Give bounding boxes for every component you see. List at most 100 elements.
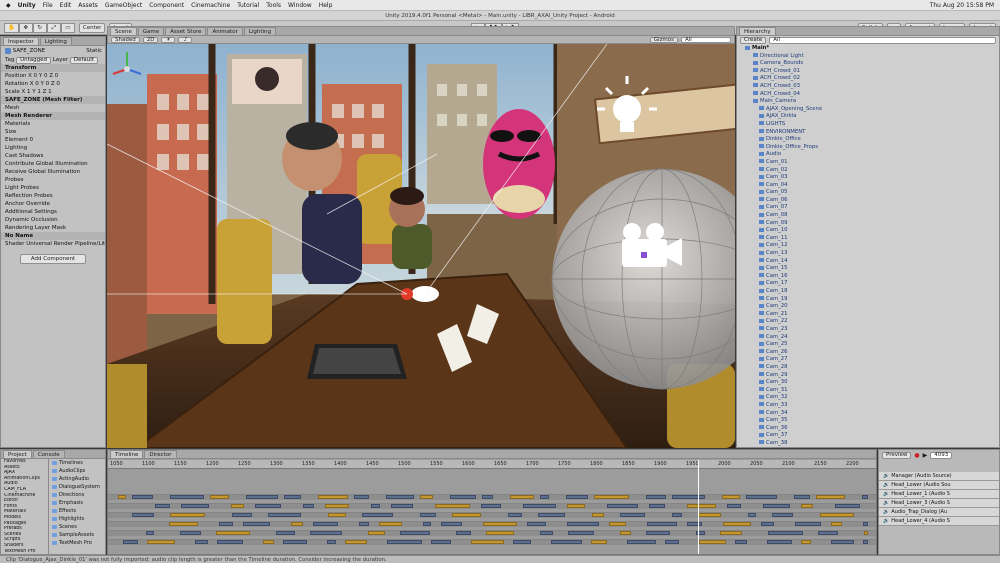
audio-clip[interactable]: [170, 513, 205, 517]
audio-clip[interactable]: [155, 504, 170, 508]
play-timeline-icon[interactable]: ▶: [923, 452, 928, 459]
hierarchy-item[interactable]: AJAX_Dirkla: [745, 113, 999, 121]
apple-icon[interactable]: ◆: [6, 2, 11, 9]
hierarchy-item[interactable]: Cam_03: [745, 174, 999, 182]
hierarchy-item[interactable]: Cam_04: [745, 182, 999, 190]
hierarchy-item[interactable]: Cam_21: [745, 311, 999, 319]
dynamic-occlusion[interactable]: Dynamic Occlusion: [1, 216, 105, 224]
tab-timeline[interactable]: Timeline: [110, 450, 144, 458]
project-file[interactable]: AudioClips: [49, 467, 105, 475]
transform-scale[interactable]: Scale X 1 Y 1 Z 1: [1, 88, 105, 96]
tab-inspector[interactable]: Inspector: [3, 37, 39, 45]
hierarchy-item[interactable]: Cam_24: [745, 334, 999, 342]
hierarchy-item[interactable]: ENVIRONMENT: [745, 129, 999, 137]
audio-clip[interactable]: [820, 513, 854, 517]
hierarchy-item[interactable]: Dinkle_Office: [745, 136, 999, 144]
hierarchy-item[interactable]: Cam_15: [745, 265, 999, 273]
menu-item-gameobject[interactable]: GameObject: [105, 2, 142, 9]
audio-clip[interactable]: [763, 504, 790, 508]
project-file[interactable]: Emphasis: [49, 499, 105, 507]
hierarchy-item[interactable]: Cam_12: [745, 242, 999, 250]
project-file[interactable]: TextMesh Pro: [49, 539, 105, 547]
materials-foldout[interactable]: Materials: [1, 120, 105, 128]
project-file[interactable]: Directions: [49, 491, 105, 499]
tag-dropdown[interactable]: Untagged: [16, 57, 51, 64]
audio-clip[interactable]: [291, 522, 303, 526]
audio-clip[interactable]: [359, 522, 369, 526]
hierarchy-item[interactable]: Main_Camera: [745, 98, 999, 106]
project-file[interactable]: Timelines: [49, 459, 105, 467]
audio-clip[interactable]: [435, 504, 470, 508]
audio-clip[interactable]: [118, 495, 126, 499]
tab-game[interactable]: Game: [137, 27, 165, 35]
hierarchy-item[interactable]: Cam_14: [745, 258, 999, 266]
audio-clip[interactable]: [818, 531, 838, 535]
anchor-override[interactable]: Anchor Override: [1, 200, 105, 208]
tab-asset-store[interactable]: Asset Store: [165, 27, 207, 35]
audio-clip[interactable]: [592, 513, 604, 517]
audio-clip[interactable]: [831, 522, 842, 526]
audio-clip[interactable]: [420, 495, 433, 499]
audio-clip[interactable]: [132, 513, 154, 517]
audio-clip[interactable]: [219, 522, 233, 526]
audio-clip[interactable]: [646, 531, 670, 535]
hierarchy-item[interactable]: Audio: [745, 151, 999, 159]
audio-clip[interactable]: [687, 522, 702, 526]
timeline-ruler[interactable]: 1050 1100 1150 1200 1250 1300 1350 1400 1450 1500…: [108, 460, 876, 469]
audio-clip[interactable]: [232, 513, 252, 517]
tab-console[interactable]: Console: [32, 450, 65, 458]
audio-clip[interactable]: [452, 513, 481, 517]
additional-settings[interactable]: Additional Settings: [1, 208, 105, 216]
hierarchy-item[interactable]: Cam_33: [745, 402, 999, 410]
record-icon[interactable]: ●: [914, 452, 919, 459]
audio-clip[interactable]: [591, 540, 607, 544]
project-file[interactable]: Effects: [49, 507, 105, 515]
scene-viewport[interactable]: [107, 44, 735, 448]
tab-scene[interactable]: Scene: [110, 27, 137, 35]
audio-clip[interactable]: [276, 531, 295, 535]
rendering-layer-mask[interactable]: Rendering Layer Mask: [1, 224, 105, 232]
tab-director[interactable]: Director: [144, 450, 177, 458]
transform-position[interactable]: Position X 0 Y 0 Z 0: [1, 72, 105, 80]
character-pink[interactable]: [483, 109, 555, 219]
component-header[interactable]: Transform: [1, 64, 105, 72]
audio-clip[interactable]: [620, 513, 645, 517]
audio-clip[interactable]: [794, 495, 810, 499]
reflection-probes[interactable]: Reflection Probes: [1, 192, 105, 200]
track-header[interactable]: 🔊 Manager (Audio Source): [879, 472, 999, 481]
menu-item-tools[interactable]: Tools: [266, 2, 281, 9]
audio-clip[interactable]: [567, 522, 599, 526]
tab-animator[interactable]: Animator: [207, 27, 243, 35]
hierarchy-item[interactable]: Dinkle_Office_Props: [745, 144, 999, 152]
audio-clip[interactable]: [482, 495, 493, 499]
project-file[interactable]: Scenes: [49, 523, 105, 531]
project-folder[interactable]: TextMesh Pro: [1, 549, 48, 555]
project-file[interactable]: SampleAssets: [49, 531, 105, 539]
audio-clip[interactable]: [231, 504, 244, 508]
menu-item-window[interactable]: Window: [288, 2, 312, 9]
audio-clip[interactable]: [761, 522, 774, 526]
menu-item-file[interactable]: File: [43, 2, 53, 9]
object-name[interactable]: SAFE_ZONE: [13, 48, 45, 54]
audio-clip[interactable]: [325, 504, 349, 508]
create-button[interactable]: Create: [740, 37, 767, 44]
audio-clip[interactable]: [772, 513, 793, 517]
audio-clip[interactable]: [400, 531, 430, 535]
hierarchy-item[interactable]: Cam_23: [745, 326, 999, 334]
component-header[interactable]: No Name: [1, 232, 105, 240]
audio-clip[interactable]: [540, 495, 549, 499]
menu-item-tutorial[interactable]: Tutorial: [237, 2, 259, 9]
hierarchy-item[interactable]: Cam_27: [745, 356, 999, 364]
audio-clip[interactable]: [722, 495, 740, 499]
audio-clip[interactable]: [268, 513, 301, 517]
menu-item-assets[interactable]: Assets: [78, 2, 98, 9]
audio-clip[interactable]: [450, 495, 476, 499]
hierarchy-item[interactable]: Cam_28: [745, 364, 999, 372]
component-header[interactable]: SAFE_ZONE (Mesh Filter): [1, 96, 105, 104]
hierarchy-item[interactable]: Cam_10: [745, 227, 999, 235]
pivot-center-button[interactable]: Center: [78, 22, 106, 33]
audio-clip[interactable]: [723, 522, 751, 526]
hierarchy-item[interactable]: Cam_36: [745, 425, 999, 433]
audio-clip[interactable]: [210, 495, 229, 499]
audio-clip[interactable]: [169, 522, 198, 526]
